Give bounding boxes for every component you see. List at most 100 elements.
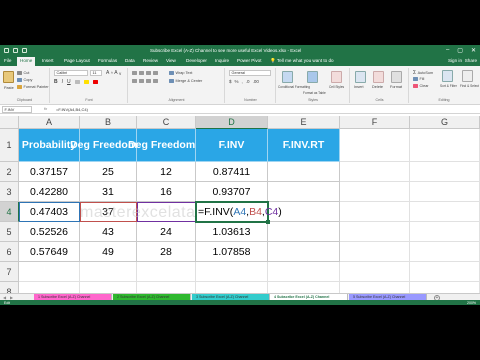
cell-c5[interactable]: 24 bbox=[137, 222, 196, 242]
cell-g5[interactable] bbox=[410, 222, 480, 242]
tab-view[interactable]: View bbox=[166, 58, 176, 63]
orientation-icon[interactable] bbox=[153, 71, 158, 75]
tab-insert[interactable]: Insert bbox=[42, 58, 54, 63]
cell-f1[interactable] bbox=[340, 129, 410, 162]
cell-a5[interactable]: 0.52526 bbox=[19, 222, 80, 242]
wrap-text-button[interactable]: Wrap Text bbox=[169, 71, 192, 75]
cell-d6[interactable]: 1.07858 bbox=[196, 242, 268, 262]
cell-a2[interactable]: 0.37157 bbox=[19, 162, 80, 182]
column-header-d[interactable]: D bbox=[196, 116, 268, 129]
increase-decimal-icon[interactable]: .0 bbox=[246, 79, 250, 84]
font-size-select[interactable]: 11 bbox=[90, 70, 102, 76]
format-button[interactable]: Format bbox=[390, 85, 402, 89]
undo-icon[interactable] bbox=[13, 48, 18, 53]
grow-font-icon[interactable]: A ^ Av bbox=[106, 70, 121, 76]
tell-me-search[interactable]: 💡 Tell me what you want to do bbox=[270, 58, 334, 64]
cell-f5[interactable] bbox=[340, 222, 410, 242]
header-cell-d[interactable]: F.INV bbox=[196, 129, 268, 162]
conditional-formatting-button[interactable]: Conditional Formatting bbox=[278, 85, 310, 89]
cell-e7[interactable] bbox=[268, 262, 340, 282]
cut-button[interactable]: Cut bbox=[17, 71, 29, 75]
delete-button[interactable]: Delete bbox=[372, 85, 383, 89]
cell-d3[interactable]: 0.93707 bbox=[196, 182, 268, 202]
merge-center-button[interactable]: Merge & Center bbox=[169, 79, 202, 83]
currency-icon[interactable]: $ bbox=[229, 79, 232, 84]
column-header-g[interactable]: G bbox=[410, 116, 480, 129]
header-cell-c[interactable]: Deg Freedom 2 bbox=[128, 129, 204, 162]
tab-formulas[interactable]: Formulas bbox=[98, 58, 117, 63]
cell-g3[interactable] bbox=[410, 182, 480, 202]
cell-b7[interactable] bbox=[80, 262, 137, 282]
sort-filter-button[interactable]: Sort & Filter bbox=[440, 84, 457, 88]
cell-a3[interactable]: 0.42280 bbox=[19, 182, 80, 202]
insert-button[interactable]: Insert bbox=[354, 85, 364, 89]
row-header-7[interactable]: 7 bbox=[0, 262, 19, 282]
cell-c2[interactable]: 12 bbox=[137, 162, 196, 182]
align-top-icon[interactable] bbox=[132, 71, 137, 75]
column-header-c[interactable]: C bbox=[137, 116, 196, 129]
indent-icon[interactable] bbox=[153, 79, 158, 83]
cell-b5[interactable]: 43 bbox=[80, 222, 137, 242]
delete-cells-icon[interactable] bbox=[373, 71, 384, 83]
tab-review[interactable]: Review bbox=[143, 58, 158, 63]
align-middle-icon[interactable] bbox=[139, 71, 144, 75]
column-header-e[interactable]: E bbox=[268, 116, 340, 129]
cell-c3[interactable]: 16 bbox=[137, 182, 196, 202]
number-format-select[interactable]: General bbox=[229, 70, 271, 76]
cell-b3[interactable]: 31 bbox=[80, 182, 137, 202]
cell-f7[interactable] bbox=[340, 262, 410, 282]
sort-filter-icon[interactable] bbox=[442, 70, 453, 82]
save-icon[interactable] bbox=[4, 48, 9, 53]
cell-f3[interactable] bbox=[340, 182, 410, 202]
insert-function-icon[interactable]: fx bbox=[44, 106, 47, 111]
find-select-icon[interactable] bbox=[462, 70, 473, 82]
sign-in-link[interactable]: Sign in bbox=[448, 58, 462, 63]
tab-power-pivot[interactable]: Power Pivot bbox=[237, 58, 262, 63]
cell-a7[interactable] bbox=[19, 262, 80, 282]
formula-input[interactable]: =F.INV(A4,B4,C4) bbox=[56, 107, 88, 112]
align-bottom-icon[interactable] bbox=[146, 71, 151, 75]
bold-icon[interactable]: B bbox=[54, 79, 58, 85]
cell-g6[interactable] bbox=[410, 242, 480, 262]
format-table-icon[interactable] bbox=[307, 71, 318, 83]
row-header-5[interactable]: 5 bbox=[0, 222, 19, 242]
copy-button[interactable]: Copy bbox=[17, 78, 32, 82]
cell-b6[interactable]: 49 bbox=[80, 242, 137, 262]
cell-c6[interactable]: 28 bbox=[137, 242, 196, 262]
tab-home[interactable]: Home bbox=[17, 57, 36, 66]
cell-edit-text[interactable]: =F.INV(A4,B4,C4) bbox=[198, 206, 282, 218]
tab-inquire[interactable]: Inquire bbox=[215, 58, 229, 63]
borders-icon[interactable] bbox=[74, 80, 80, 84]
format-table-button[interactable]: Format as Table bbox=[303, 91, 326, 95]
minimize-button[interactable]: – bbox=[446, 47, 449, 54]
cell-e5[interactable] bbox=[268, 222, 340, 242]
cell-f2[interactable] bbox=[340, 162, 410, 182]
align-right-icon[interactable] bbox=[146, 79, 151, 83]
row-header-6[interactable]: 6 bbox=[0, 242, 19, 262]
close-button[interactable]: ✕ bbox=[471, 47, 476, 54]
font-color-icon[interactable] bbox=[92, 80, 98, 84]
cell-d2[interactable]: 0.87411 bbox=[196, 162, 268, 182]
decrease-decimal-icon[interactable]: .00 bbox=[253, 79, 259, 84]
row-header-4[interactable]: 4 bbox=[0, 202, 19, 222]
italic-icon[interactable]: I bbox=[62, 79, 63, 85]
tab-file[interactable]: File bbox=[4, 58, 11, 63]
find-select-button[interactable]: Find & Select bbox=[460, 84, 479, 88]
fill-button[interactable]: Fill bbox=[413, 77, 424, 81]
cell-c7[interactable] bbox=[137, 262, 196, 282]
fill-color-icon[interactable] bbox=[83, 80, 89, 84]
underline-icon[interactable]: U bbox=[67, 79, 71, 85]
cell-b2[interactable]: 25 bbox=[80, 162, 137, 182]
cell-g4[interactable] bbox=[410, 202, 480, 222]
tab-developer[interactable]: Developer bbox=[186, 58, 207, 63]
tab-page-layout[interactable]: Page Layout bbox=[64, 58, 90, 63]
comma-icon[interactable]: , bbox=[242, 79, 243, 84]
restore-button[interactable]: ▢ bbox=[457, 47, 463, 54]
fill-handle[interactable] bbox=[266, 220, 270, 224]
cell-e3[interactable] bbox=[268, 182, 340, 202]
cell-d5[interactable]: 1.03613 bbox=[196, 222, 268, 242]
name-box[interactable]: F.INV bbox=[2, 106, 32, 113]
share-button[interactable]: Share bbox=[465, 58, 477, 63]
cell-g7[interactable] bbox=[410, 262, 480, 282]
cell-g2[interactable] bbox=[410, 162, 480, 182]
